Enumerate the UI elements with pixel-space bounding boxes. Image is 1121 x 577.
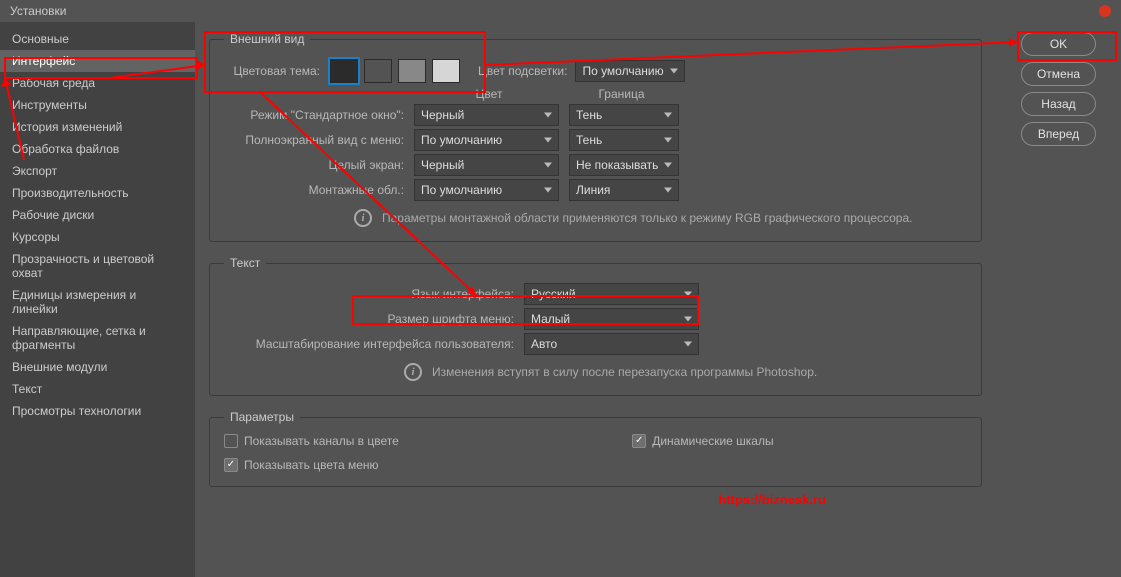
content-pane: Внешний вид Цветовая тема: Цвет подсветк… (195, 22, 996, 577)
sidebar-item-techpreviews[interactable]: Просмотры технологии (0, 400, 195, 422)
sidebar-item-workspace[interactable]: Рабочая среда (0, 72, 195, 94)
mode-fullscreen-border[interactable]: Не показывать (569, 154, 679, 176)
mode-standard-border[interactable]: Тень (569, 104, 679, 126)
params-legend: Параметры (224, 410, 300, 424)
sidebar-item-transparency[interactable]: Прозрачность и цветовой охват (0, 248, 195, 284)
back-button[interactable]: Назад (1021, 92, 1096, 116)
text-legend: Текст (224, 256, 266, 270)
mode-artboards-color[interactable]: По умолчанию (414, 179, 559, 201)
theme-label: Цветовая тема: (224, 64, 320, 78)
info-icon: i (404, 363, 422, 381)
titlebar: Установки (0, 0, 1121, 22)
params-group: Параметры Показывать каналы в цвете Дина… (209, 410, 982, 487)
mode-fullscreen-menu-border[interactable]: Тень (569, 129, 679, 151)
dialog-buttons: OK Отмена Назад Вперед (996, 22, 1121, 577)
dynamic-scales-label: Динамические шкалы (652, 434, 773, 448)
ui-scale-label: Масштабирование интерфейса пользователя: (224, 337, 514, 351)
sidebar-item-history[interactable]: История изменений (0, 116, 195, 138)
sidebar-item-export[interactable]: Экспорт (0, 160, 195, 182)
highlight-select[interactable]: По умолчанию (575, 60, 685, 82)
forward-button[interactable]: Вперед (1021, 122, 1096, 146)
theme-swatches (330, 59, 460, 83)
ok-button[interactable]: OK (1021, 32, 1096, 56)
sidebar-item-scratch[interactable]: Рабочие диски (0, 204, 195, 226)
cancel-button[interactable]: Отмена (1021, 62, 1096, 86)
mode-fullscreen-menu-label: Полноэкранный вид с меню: (224, 133, 404, 147)
mode-standard-color[interactable]: Черный (414, 104, 559, 126)
theme-swatch-dark[interactable] (364, 59, 392, 83)
font-size-select[interactable]: Малый (524, 308, 699, 330)
watermark: https://biznesk.ru (718, 492, 826, 507)
highlight-label: Цвет подсветки: (478, 64, 567, 78)
sidebar-item-plugins[interactable]: Внешние модули (0, 356, 195, 378)
color-col-header: Цвет (414, 87, 564, 101)
mode-artboards-label: Монтажные обл.: (224, 183, 404, 197)
appearance-group: Внешний вид Цветовая тема: Цвет подсветк… (209, 32, 982, 242)
sidebar-item-guides[interactable]: Направляющие, сетка и фрагменты (0, 320, 195, 356)
sidebar-item-performance[interactable]: Производительность (0, 182, 195, 204)
ui-scale-select[interactable]: Авто (524, 333, 699, 355)
font-size-label: Размер шрифта меню: (224, 312, 514, 326)
lang-label: Язык интерфейса: (224, 287, 514, 301)
border-col-header: Граница (564, 87, 679, 101)
close-icon[interactable] (1099, 5, 1111, 17)
sidebar-item-interface[interactable]: Интерфейс (0, 50, 195, 72)
lang-select[interactable]: Русский (524, 283, 699, 305)
show-menu-colors-label: Показывать цвета меню (244, 458, 379, 472)
text-group: Текст Язык интерфейса: Русский Размер шри… (209, 256, 982, 396)
appearance-legend: Внешний вид (224, 32, 310, 46)
show-menu-colors-checkbox[interactable] (224, 458, 238, 472)
mode-artboards-border[interactable]: Линия (569, 179, 679, 201)
theme-swatch-lightest[interactable] (432, 59, 460, 83)
dynamic-scales-checkbox[interactable] (632, 434, 646, 448)
sidebar: Основные Интерфейс Рабочая среда Инструм… (0, 22, 195, 577)
theme-swatch-light[interactable] (398, 59, 426, 83)
theme-swatch-darkest[interactable] (330, 59, 358, 83)
mode-fullscreen-color[interactable]: Черный (414, 154, 559, 176)
sidebar-item-cursors[interactable]: Курсоры (0, 226, 195, 248)
appearance-info: Параметры монтажной области применяются … (382, 211, 912, 225)
show-channels-label: Показывать каналы в цвете (244, 434, 399, 448)
show-channels-checkbox[interactable] (224, 434, 238, 448)
sidebar-item-text[interactable]: Текст (0, 378, 195, 400)
sidebar-item-units[interactable]: Единицы измерения и линейки (0, 284, 195, 320)
sidebar-item-filehandling[interactable]: Обработка файлов (0, 138, 195, 160)
window-title: Установки (10, 4, 66, 18)
info-icon: i (354, 209, 372, 227)
mode-fullscreen-menu-color[interactable]: По умолчанию (414, 129, 559, 151)
sidebar-item-general[interactable]: Основные (0, 28, 195, 50)
mode-fullscreen-label: Целый экран: (224, 158, 404, 172)
mode-standard-label: Режим "Стандартное окно": (224, 108, 404, 122)
text-info: Изменения вступят в силу после перезапус… (432, 365, 817, 379)
sidebar-item-tools[interactable]: Инструменты (0, 94, 195, 116)
